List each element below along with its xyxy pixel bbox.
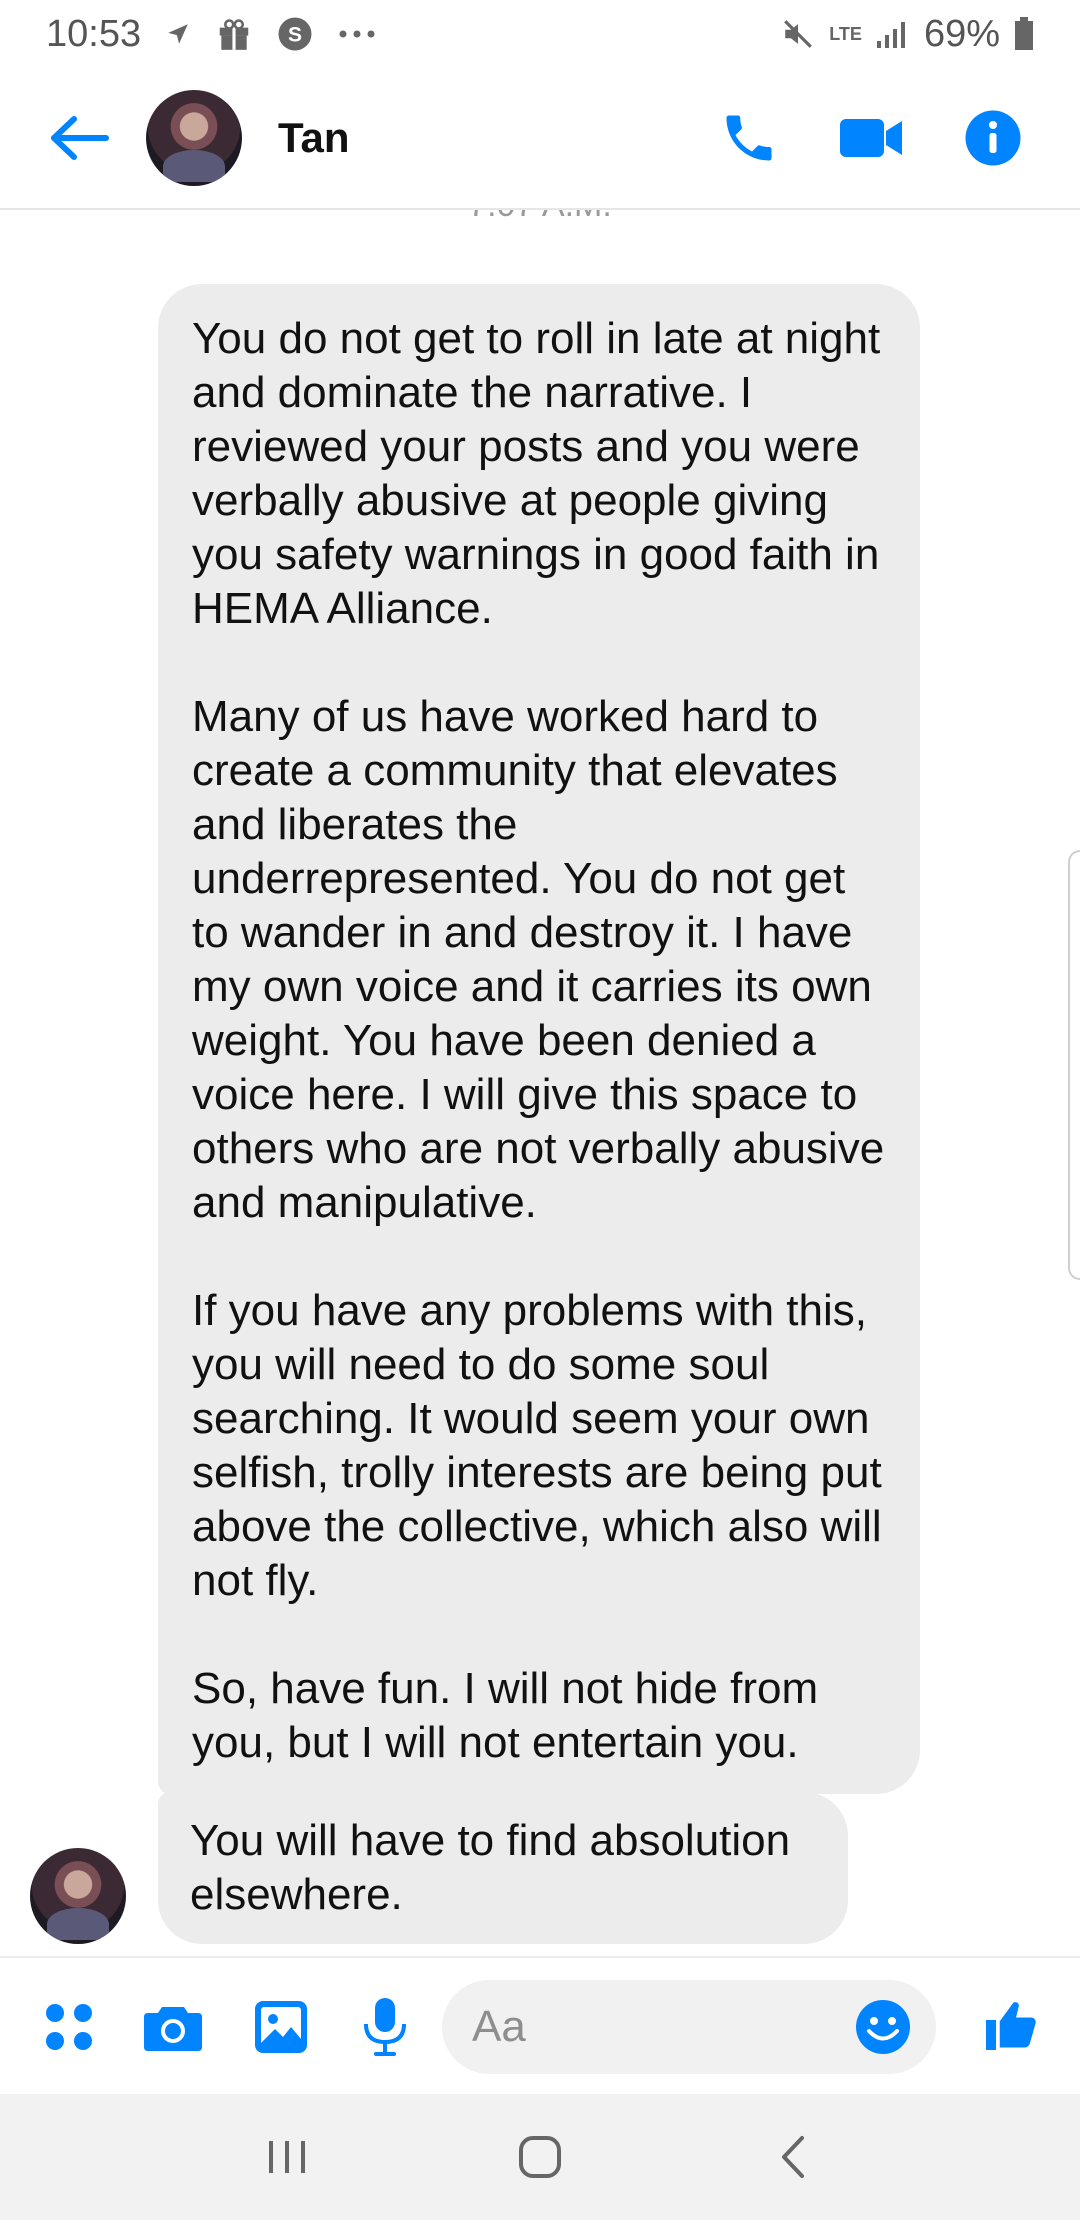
- gallery-button[interactable]: [246, 1992, 316, 2062]
- back-icon: [782, 2136, 805, 2178]
- back-button[interactable]: [34, 93, 124, 183]
- back-nav-button[interactable]: [748, 2112, 838, 2202]
- contact-name[interactable]: Tan: [278, 114, 350, 162]
- home-icon: [518, 2136, 561, 2178]
- recents-icon: [268, 2141, 305, 2173]
- skype-icon: S: [277, 16, 313, 52]
- gift-icon: [215, 15, 253, 53]
- system-navigation-bar: [0, 2094, 1080, 2220]
- microphone-icon: [364, 1998, 406, 2056]
- recents-button[interactable]: [242, 2112, 332, 2202]
- svg-text:S: S: [288, 24, 302, 47]
- contact-avatar[interactable]: [146, 90, 242, 186]
- info-icon: [965, 110, 1021, 166]
- thumbs-up-icon: [986, 2002, 1036, 2050]
- message-input[interactable]: [472, 2002, 802, 2052]
- sender-avatar[interactable]: [30, 1848, 126, 1944]
- battery-percent: 69%: [923, 12, 1000, 55]
- emoji-button[interactable]: [848, 1992, 918, 2062]
- status-bar: 10:53 S LTE 69%: [0, 0, 1080, 68]
- message-timestamp: 7:07 A.M.: [0, 210, 1080, 225]
- more-dots-icon: [337, 28, 377, 40]
- message-input-container[interactable]: [442, 1980, 936, 2074]
- video-camera-icon: [840, 119, 902, 157]
- network-type: LTE: [829, 23, 862, 44]
- status-time: 10:53: [46, 12, 142, 55]
- battery-icon: [1014, 17, 1034, 51]
- conversation-header: Tan: [0, 68, 1080, 210]
- camera-icon: [144, 2007, 202, 2051]
- home-button[interactable]: [495, 2112, 585, 2202]
- voice-message-button[interactable]: [350, 1992, 420, 2062]
- message-composer: [0, 1956, 1080, 2094]
- camera-button[interactable]: [138, 1992, 208, 2062]
- mute-icon: [781, 17, 815, 51]
- gallery-icon: [255, 2001, 307, 2053]
- received-message-bubble[interactable]: You will have to find absolution elsewhe…: [158, 1792, 848, 1944]
- back-arrow-icon: [51, 116, 109, 160]
- video-call-button[interactable]: [836, 103, 906, 173]
- conversation-info-button[interactable]: [958, 103, 1028, 173]
- phone-icon: [726, 115, 772, 161]
- scroll-handle[interactable]: [1068, 850, 1080, 1280]
- more-actions-button[interactable]: [34, 1992, 104, 2062]
- signal-icon: [876, 19, 910, 49]
- like-button[interactable]: [976, 1990, 1046, 2060]
- received-message-bubble[interactable]: You do not get to roll in late at night …: [158, 284, 920, 1794]
- apps-grid-icon: [46, 2004, 92, 2050]
- emoji-icon: [856, 2000, 910, 2054]
- voice-call-button[interactable]: [714, 103, 784, 173]
- message-thread[interactable]: 7:07 A.M. You do not get to roll in late…: [0, 210, 1080, 1956]
- navigation-icon: [165, 21, 191, 47]
